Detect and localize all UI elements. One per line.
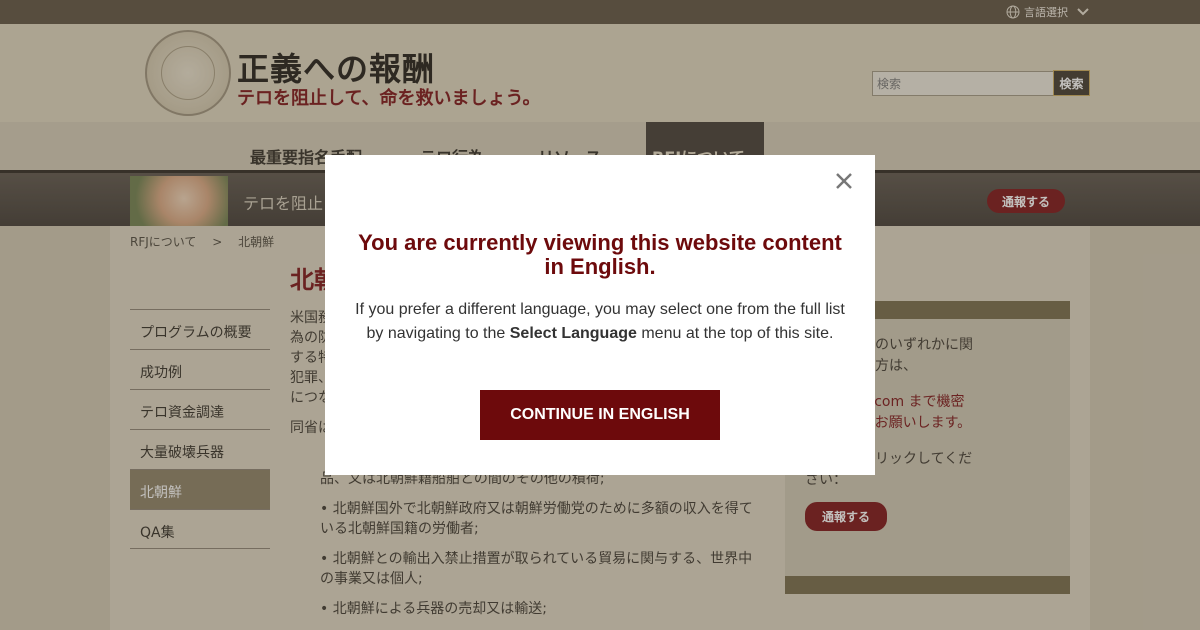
continue-in-english-button[interactable]: CONTINUE IN ENGLISH	[480, 390, 720, 440]
language-modal: You are currently viewing this website c…	[325, 155, 875, 475]
modal-body-bold: Select Language	[509, 325, 637, 342]
close-icon[interactable]	[832, 169, 856, 193]
modal-title: You are currently viewing this website c…	[358, 230, 842, 279]
modal-body: If you prefer a different language, you …	[350, 298, 850, 346]
modal-body-suffix: menu at the top of this site.	[636, 325, 834, 342]
